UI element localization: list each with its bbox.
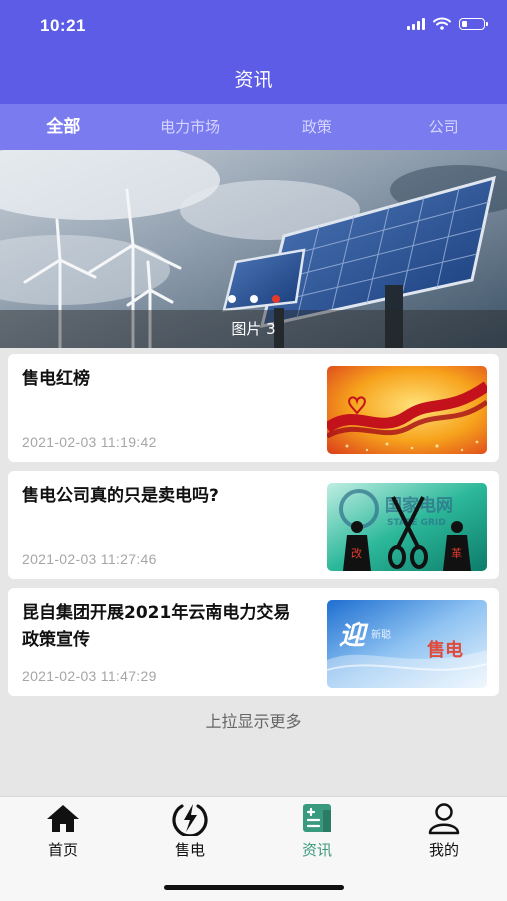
news-title: 售电红榜 (22, 369, 90, 389)
news-icon (303, 804, 331, 832)
thumb-text: 新聪 (371, 628, 391, 641)
news-thumbnail: 迎 新聪 售电 (327, 600, 487, 688)
news-title: 售电公司真的只是卖电吗? (22, 486, 219, 506)
tab-company[interactable]: 公司 (380, 104, 507, 150)
status-bar: 10:21 (0, 0, 507, 52)
carousel-indicator (228, 295, 280, 303)
news-card[interactable]: 售电红榜 2021-02-03 11:19:42 (8, 354, 499, 462)
bottom-tab-label: 售电 (174, 841, 205, 859)
bottom-tab-label: 资讯 (301, 841, 332, 859)
tab-power-market[interactable]: 电力市场 (127, 104, 254, 150)
status-icons (407, 17, 488, 30)
home-indicator (164, 885, 344, 890)
home-icon (47, 805, 79, 832)
news-date: 2021-02-03 11:19:42 (22, 434, 157, 450)
state-grid-reform-scissors-image: 国家电网 STATE GRID 改 革 (327, 483, 487, 571)
news-thumbnail: 国家电网 STATE GRID 改 革 (327, 483, 487, 571)
news-title: 昆自集团开展2021年云南电力交易政策宣传 (22, 603, 291, 650)
news-thumbnail (327, 366, 487, 454)
thumb-text: 改 (351, 546, 362, 560)
navigation-bar: 资讯 (0, 52, 507, 104)
carousel-dot-2[interactable] (250, 295, 258, 303)
load-more-hint: 上拉显示更多 (205, 712, 302, 731)
news-date: 2021-02-03 11:27:46 (22, 551, 157, 567)
banner-caption: 图片 3 (231, 320, 276, 338)
news-date: 2021-02-03 11:47:29 (22, 668, 157, 684)
news-card[interactable]: 昆自集团开展2021年云南电力交易政策宣传 2021-02-03 11:47:2… (8, 588, 499, 696)
thumb-text: 迎 (339, 621, 369, 651)
tab-policy[interactable]: 政策 (254, 104, 381, 150)
banner-carousel[interactable]: 图片 3 (0, 150, 507, 348)
lightning-icon (172, 804, 208, 836)
carousel-dot-3[interactable] (272, 295, 280, 303)
page-title: 资讯 (234, 69, 273, 91)
wifi-icon (433, 17, 451, 30)
thumb-text: STATE GRID (387, 518, 446, 528)
news-card[interactable]: 售电公司真的只是卖电吗? 2021-02-03 11:27:46 国家电网 ST… (8, 471, 499, 579)
tab-all[interactable]: 全部 (0, 104, 127, 150)
bottom-tab-label: 首页 (47, 841, 78, 859)
red-ribbon-heart-image (327, 366, 487, 454)
carousel-dot-1[interactable] (228, 295, 236, 303)
category-tabs: 全部 电力市场 政策 公司 (0, 104, 507, 150)
thumb-text: 革 (451, 546, 462, 560)
bottom-tab-label: 我的 (428, 841, 459, 859)
battery-icon (459, 17, 488, 30)
thumb-text: 售电 (427, 639, 463, 661)
blue-welcome-banner-image: 迎 新聪 售电 (327, 600, 487, 688)
battery-level (462, 20, 467, 27)
cellular-signal-icon (407, 17, 425, 30)
status-time: 10:21 (40, 16, 86, 35)
user-icon (428, 803, 460, 835)
